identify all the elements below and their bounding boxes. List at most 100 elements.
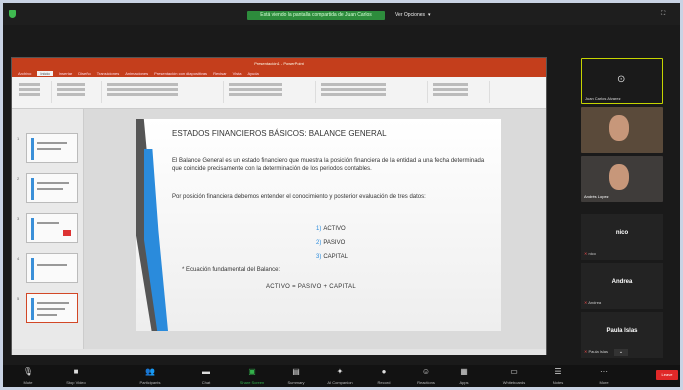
chat-button[interactable]: ▬ Chat: [187, 367, 225, 385]
shared-powerpoint-window: Presentación1 - PowerPoint Archivo Inicio…: [11, 57, 547, 355]
reactions-button[interactable]: ☺ Reactions: [407, 367, 445, 385]
powerpoint-status-bar: [12, 349, 546, 355]
participant-video-tile[interactable]: [581, 107, 663, 153]
more-button[interactable]: ··· More: [585, 367, 623, 385]
camera-off-icon: ⊙: [617, 74, 626, 85]
ribbon-tab[interactable]: Animaciones: [125, 71, 148, 76]
participant-name-tile[interactable]: nico ✕ nico: [581, 214, 663, 260]
slide-thumbnail[interactable]: 2: [17, 173, 78, 203]
toolbar-label: Chat: [201, 380, 211, 385]
mute-button[interactable]: 🎙 Mute: [9, 367, 47, 385]
slide-thumbnail[interactable]: 1: [17, 133, 78, 163]
toolbar-label: Record: [377, 380, 391, 385]
toolbar-label: Summary: [287, 380, 305, 385]
apps-button[interactable]: ▦ Apps: [445, 367, 483, 385]
list-text: ACTIVO: [323, 226, 346, 232]
toolbar-label: Share Screen: [239, 380, 265, 385]
ribbon-tab[interactable]: Inicio: [37, 70, 53, 76]
participant-name: Andrea: [611, 279, 633, 285]
summary-icon: ▤: [292, 367, 300, 376]
toolbar-label: Stop Video: [66, 380, 86, 385]
record-icon: ●: [381, 367, 387, 376]
ribbon-tab[interactable]: Vista: [233, 71, 242, 76]
powerpoint-title-bar: Presentación1 - PowerPoint: [12, 58, 546, 69]
ribbon-tab[interactable]: Ayuda: [247, 71, 258, 76]
slides-group: [54, 81, 102, 103]
toolbar-label: Reactions: [417, 380, 435, 385]
slide-paragraph: El Balance General es un estado financie…: [172, 158, 485, 172]
participant-video: [609, 115, 629, 141]
paragraph-group: [226, 81, 316, 103]
toolbar-label: AI Companion: [327, 380, 353, 385]
participant-name: Paula Islas: [606, 328, 638, 334]
security-shield-icon[interactable]: [9, 10, 16, 18]
list-item: 2) PASIVO: [316, 236, 348, 250]
video-icon: ■: [73, 367, 79, 376]
editing-group: [430, 81, 490, 103]
meeting-controls-toolbar: 🎙 Mute ■ Stop Video 👥 Participants ▬ Chat ▣ S…: [3, 365, 680, 387]
ribbon-tab[interactable]: Revisar: [213, 71, 227, 76]
participant-video-tile[interactable]: Andrés Lopez: [581, 156, 663, 202]
ribbon-tab[interactable]: Diseño: [78, 71, 90, 76]
list-text: PASIVO: [323, 240, 346, 246]
muted-mic-icon: ✕ Andrea: [584, 300, 602, 305]
ribbon-tab[interactable]: Archivo: [18, 71, 31, 76]
participants-button[interactable]: 👥 Participants: [131, 367, 169, 385]
microphone-icon: 🎙: [22, 367, 34, 376]
thumbnail-number: 5: [17, 296, 20, 301]
participant-name: nico: [615, 230, 629, 236]
chevron-down-icon: ▾: [428, 12, 431, 18]
slide-thumbnail-selected[interactable]: 5: [17, 293, 78, 323]
balance-formula: ACTIVO = PASIVO + CAPITAL: [266, 284, 356, 290]
screen-share-indicator: Está viendo la pantalla compartida de Ju…: [247, 11, 385, 20]
fullscreen-icon[interactable]: ⛶: [661, 11, 673, 18]
muted-mic-icon: ✕ Paula Islas: [584, 349, 609, 354]
more-participants-button[interactable]: ⌄: [614, 349, 628, 356]
summary-button[interactable]: ▤ Summary: [277, 367, 315, 385]
participant-name: Andrés Lopez: [584, 194, 609, 199]
slide-thumbnails-pane: 1 2 3 4 5: [12, 109, 84, 349]
view-options-label: Ver Opciones: [395, 12, 426, 18]
toolbar-label: Apps: [459, 380, 469, 385]
ribbon-tab[interactable]: Presentación con diapositivas: [154, 71, 207, 76]
thumbnail-number: 1: [17, 136, 20, 141]
list-text: CAPITAL: [323, 254, 348, 260]
slide-editing-canvas: ESTADOS FINANCIEROS BÁSICOS: BALANCE GEN…: [84, 109, 546, 349]
notes-icon: ☰: [554, 367, 562, 376]
apps-icon: ▦: [460, 367, 468, 376]
slide-thumbnail[interactable]: 4: [17, 253, 78, 283]
record-button[interactable]: ● Record: [365, 367, 403, 385]
whiteboards-button[interactable]: ▭ Whiteboards: [495, 367, 533, 385]
current-slide[interactable]: ESTADOS FINANCIEROS BÁSICOS: BALANCE GEN…: [136, 119, 501, 331]
toolbar-label: Participants: [139, 380, 161, 385]
more-icon: ···: [600, 367, 608, 376]
whiteboard-icon: ▭: [510, 367, 518, 376]
participant-name: Juan Carlos Alvarez: [585, 96, 621, 101]
clipboard-group: [16, 81, 52, 103]
participant-video-tile-active[interactable]: ⊙ Juan Carlos Alvarez: [581, 58, 663, 104]
powerpoint-ribbon: [12, 77, 546, 109]
ribbon-tab[interactable]: Transiciones: [97, 71, 120, 76]
list-item: 3) CAPITAL: [316, 250, 348, 264]
equation-label: * Ecuación fundamental del Balance:: [182, 267, 281, 273]
thumbnail-number: 2: [17, 176, 20, 181]
zoom-meeting-window: Está viendo la pantalla compartida de Ju…: [0, 0, 683, 390]
list-number: 3): [316, 254, 322, 260]
ribbon-tab[interactable]: Insertar: [59, 71, 73, 76]
powerpoint-ribbon-tabs: Archivo Inicio Insertar Diseño Transiciones A…: [12, 69, 546, 77]
leave-meeting-button[interactable]: Leave: [656, 370, 678, 380]
toolbar-label: Mute: [23, 380, 33, 385]
ai-companion-button[interactable]: ✦ AI Companion: [321, 367, 359, 385]
drawing-group: [318, 81, 428, 103]
equation-label-text: Ecuación fundamental del Balance:: [186, 267, 281, 273]
ai-icon: ✦: [336, 367, 344, 376]
slide-thumbnail[interactable]: 3: [17, 213, 78, 243]
participant-name-tile[interactable]: Andrea ✕ Andrea: [581, 263, 663, 309]
participant-video: [609, 164, 629, 190]
view-options-button[interactable]: Ver Opciones ▾: [395, 11, 437, 20]
chat-icon: ▬: [202, 367, 210, 376]
notes-button[interactable]: ☰ Notes: [539, 367, 577, 385]
share-screen-button[interactable]: ▣ Share Screen: [233, 367, 271, 385]
stop-video-button[interactable]: ■ Stop Video: [57, 367, 95, 385]
toolbar-label: Notes: [552, 380, 564, 385]
